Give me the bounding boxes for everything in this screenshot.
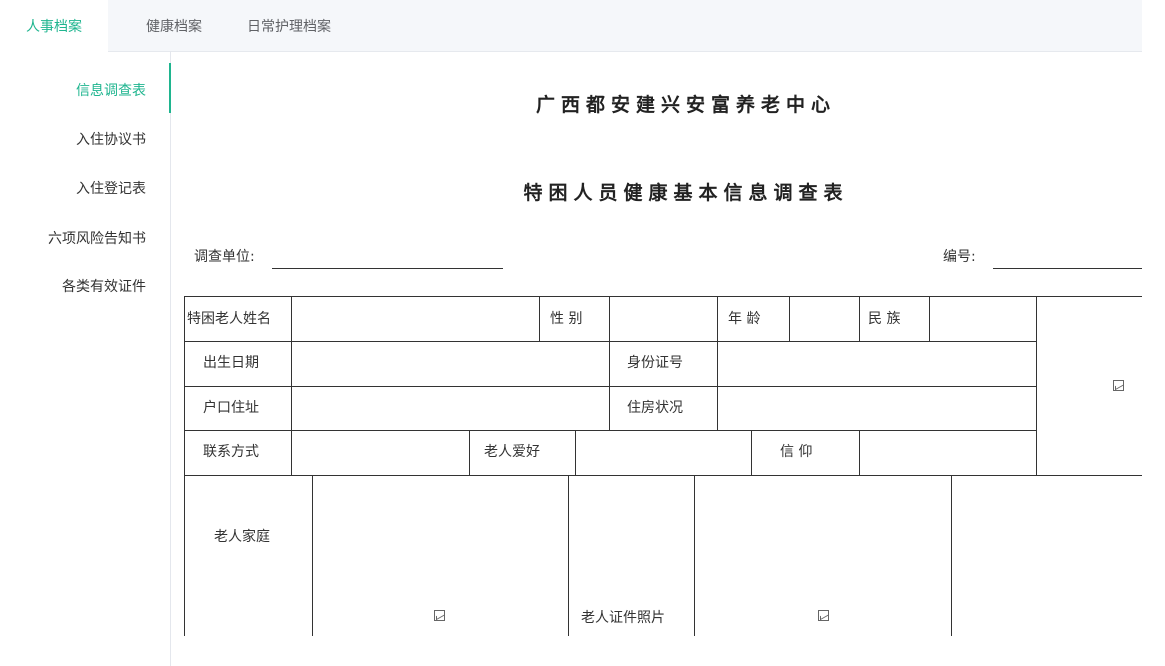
table-col-divider <box>694 475 695 636</box>
tab-daily-care-records[interactable]: 日常护理档案 <box>247 0 331 51</box>
name-label: 特困老人姓名 <box>187 311 271 327</box>
gender-label: 性 别 <box>550 311 583 327</box>
top-tab-bar: 人事档案 健康档案 日常护理档案 <box>0 0 1142 52</box>
form-title: 特困人员健康基本信息调查表 <box>523 182 849 204</box>
table-col-divider <box>312 475 313 636</box>
broken-image-icon[interactable] <box>1113 380 1124 391</box>
sidebar: 信息调查表 入住协议书 入住登记表 六项风险告知书 各类有效证件 <box>0 51 171 666</box>
household-address-label: 户口住址 <box>203 400 259 416</box>
table-border-left <box>184 296 185 636</box>
housing-field[interactable] <box>718 388 1035 429</box>
household-address-field[interactable] <box>292 388 608 429</box>
number-field[interactable] <box>993 268 1142 269</box>
sidebar-item-info-survey[interactable]: 信息调查表 <box>76 80 146 100</box>
table-col-divider <box>751 430 752 475</box>
number-label: 编号: <box>943 249 976 265</box>
table-row-divider <box>184 475 1142 476</box>
belief-field[interactable] <box>860 432 1035 474</box>
hobby-label: 老人爱好 <box>484 444 540 460</box>
info-form-table: 特困老人姓名 性 别 年 龄 民 族 出生日期 身份证号 户口住址 住房状况 联… <box>184 296 1142 636</box>
table-row-divider <box>184 386 1036 387</box>
age-label: 年 龄 <box>728 311 761 327</box>
gender-field[interactable] <box>610 298 716 340</box>
birth-date-label: 出生日期 <box>203 355 259 371</box>
survey-unit-label: 调查单位: <box>194 249 255 265</box>
table-col-divider <box>717 296 718 341</box>
id-number-field[interactable] <box>718 343 1035 385</box>
birth-date-field[interactable] <box>292 343 608 385</box>
contact-label: 联系方式 <box>203 444 259 460</box>
table-photo-divider <box>1036 296 1037 475</box>
broken-image-icon[interactable] <box>818 610 829 621</box>
contact-field[interactable] <box>292 432 468 474</box>
table-col-divider <box>568 475 569 636</box>
tab-personnel-records[interactable]: 人事档案 <box>0 0 108 52</box>
table-row-divider <box>184 341 1036 342</box>
name-field[interactable] <box>292 298 538 340</box>
belief-label: 信 仰 <box>780 444 813 460</box>
broken-image-icon[interactable] <box>434 610 445 621</box>
hobby-field[interactable] <box>576 432 750 474</box>
sidebar-item-risk-notice[interactable]: 六项风险告知书 <box>48 228 146 248</box>
housing-label: 住房状况 <box>627 400 683 416</box>
ethnicity-field[interactable] <box>930 298 1035 340</box>
table-col-divider <box>539 296 540 341</box>
document-view: 广西都安建兴安富养老中心 特困人员健康基本信息调查表 调查单位: 编号: 特困老… <box>171 52 1142 666</box>
sidebar-item-admission-agreement[interactable]: 入住协议书 <box>76 129 146 149</box>
table-col-divider <box>859 296 860 341</box>
survey-unit-field[interactable] <box>272 268 503 269</box>
table-col-divider <box>469 430 470 475</box>
id-photo-label: 老人证件照片 <box>581 610 665 626</box>
tab-health-records[interactable]: 健康档案 <box>146 0 202 51</box>
sidebar-item-valid-documents[interactable]: 各类有效证件 <box>62 276 146 296</box>
ethnicity-label: 民 族 <box>868 311 901 327</box>
table-border-top <box>184 296 1142 297</box>
organization-title: 广西都安建兴安富养老中心 <box>535 94 836 116</box>
age-field[interactable] <box>790 298 858 340</box>
family-label: 老人家庭 <box>214 529 270 545</box>
table-col-divider <box>951 475 952 636</box>
id-number-label: 身份证号 <box>627 355 683 371</box>
table-col-divider <box>609 341 610 430</box>
table-row-divider <box>184 430 1036 431</box>
sidebar-item-admission-registration[interactable]: 入住登记表 <box>76 178 146 198</box>
